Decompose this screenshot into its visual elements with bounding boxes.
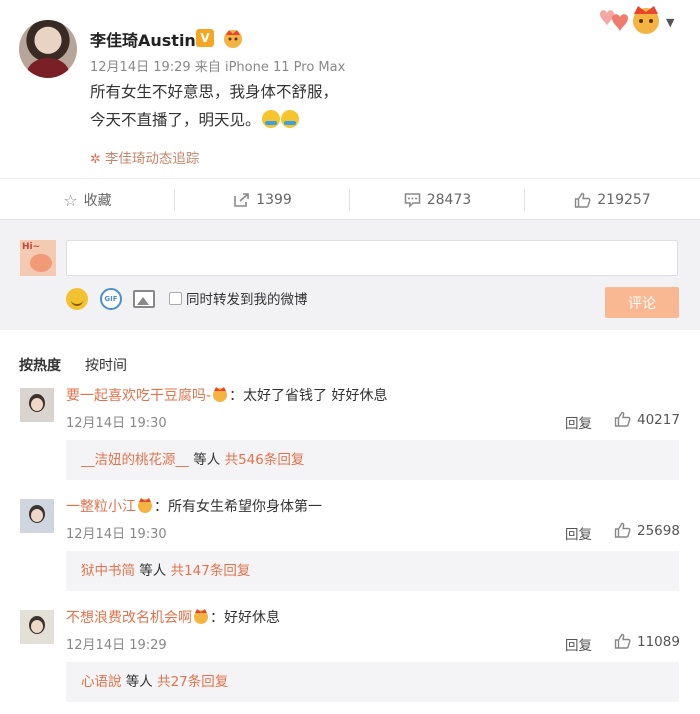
sub-reply-user: 狱中书简: [81, 563, 135, 579]
sort-by-time-tab[interactable]: 按时间: [85, 355, 127, 375]
star-icon: ☆: [63, 190, 78, 210]
favorite-label: 收藏: [83, 193, 112, 209]
emoji-icon[interactable]: [66, 288, 88, 310]
post-source-prefix: 来自: [194, 60, 221, 75]
thumbs-up-icon: [614, 522, 631, 538]
sub-reply-user: 心语說: [81, 674, 122, 690]
comment-text: ：太好了省钱了 好好休息: [229, 388, 388, 404]
comment-count: 28473: [426, 192, 472, 208]
commenter-name[interactable]: 不想浪费改名机会啊: [66, 610, 192, 626]
post-action-bar: ☆ 收藏 1399 28473 219257: [0, 178, 700, 220]
reply-button[interactable]: 回复: [565, 523, 592, 543]
submit-comment-button[interactable]: 评论: [605, 287, 679, 318]
comment-item: 一整粒小江 ：所有女生希望你身体第一 12月14日 19:30 回复 25698 …: [0, 486, 700, 596]
comment-text: ：所有女生希望你身体第一: [154, 499, 322, 515]
favorite-button[interactable]: ☆ 收藏: [0, 179, 175, 221]
comment-line: 要一起喜欢吃干豆腐吗- ：太好了省钱了 好好休息: [66, 385, 388, 405]
comment-time: 12月14日 19:29: [66, 638, 167, 653]
topic-label: 李佳琦动态追踪: [104, 151, 200, 167]
repost-count: 1399: [256, 192, 292, 208]
commenter-name[interactable]: 一整粒小江: [66, 499, 136, 515]
chevron-down-icon[interactable]: ▼: [666, 16, 674, 29]
comment-text: ：好好休息: [210, 610, 280, 626]
sub-reply-count: 共147条回复: [170, 563, 251, 579]
comment-like-button[interactable]: 25698: [614, 522, 680, 539]
reply-button[interactable]: 回复: [565, 412, 592, 432]
hug-emoji-icon: [280, 110, 299, 128]
thumbs-up-icon: [575, 192, 591, 208]
comment-time: 12月14日 19:30: [66, 527, 167, 542]
comment-item: 不想浪费改名机会啊 ：好好休息 12月14日 19:29 回复 11089 心语說…: [0, 597, 700, 714]
sub-replies-link[interactable]: 狱中书简 等人 共147条回复: [66, 551, 679, 591]
member-crown-icon: [138, 498, 152, 513]
post-text-line-2-text: 今天不直播了，明天见。: [90, 111, 261, 129]
comment-item: 要一起喜欢吃干豆腐吗- ：太好了省钱了 好好休息 12月14日 19:30 回复 …: [0, 374, 700, 484]
sub-replies-link[interactable]: __洁妞的桃花源__ 等人 共546条回复: [66, 440, 679, 480]
comment-time: 12月14日 19:30: [66, 416, 167, 431]
sub-reply-count: 共27条回复: [157, 674, 229, 690]
sync-repost-checkbox[interactable]: [169, 292, 182, 305]
hearts-sticker-icon: [600, 6, 659, 34]
comment-line: 不想浪费改名机会啊 ：好好休息: [66, 607, 280, 627]
share-icon: [234, 193, 249, 207]
gif-icon[interactable]: GIF: [100, 288, 122, 310]
comment-button[interactable]: 28473: [350, 179, 525, 221]
thumbs-up-icon: [614, 633, 631, 649]
post-source: iPhone 11 Pro Max: [224, 60, 346, 75]
thumbs-up-icon: [614, 411, 631, 427]
comment-like-button[interactable]: 40217: [614, 411, 680, 428]
comment-like-button[interactable]: 11089: [614, 633, 680, 650]
post-time: 12月14日 19:29: [90, 60, 191, 75]
member-crown-icon: [224, 30, 242, 48]
sub-reply-user: __洁妞的桃花源__: [81, 452, 189, 468]
sub-reply-mid: 等人: [189, 452, 225, 468]
commenter-name[interactable]: 要一起喜欢吃干豆腐吗-: [66, 388, 211, 404]
commenter-avatar[interactable]: [20, 388, 54, 422]
comment-like-count: 11089: [637, 634, 680, 650]
commenter-avatar[interactable]: [20, 610, 54, 644]
comment-input[interactable]: [66, 240, 678, 276]
comment-like-count: 40217: [637, 412, 680, 428]
member-crown-icon: [213, 387, 228, 402]
comment-sort-bar: 按热度 按时间: [0, 330, 700, 374]
sub-replies-link[interactable]: 心语說 等人 共27条回复: [66, 662, 679, 702]
comment-line: 一整粒小江 ：所有女生希望你身体第一: [66, 496, 322, 516]
post-text-line-2: 今天不直播了，明天见。: [90, 108, 299, 130]
sub-reply-mid: 等人: [135, 563, 171, 579]
comment-composer: Hi~ GIF 同时转发到我的微博 评论: [0, 220, 700, 330]
member-crown-icon: [194, 609, 208, 624]
my-avatar: Hi~: [20, 240, 56, 276]
comment-like-count: 25698: [637, 523, 680, 539]
commenter-avatar[interactable]: [20, 499, 54, 533]
like-button[interactable]: 219257: [525, 179, 700, 221]
comment-bubble-icon: [404, 193, 420, 208]
sub-reply-mid: 等人: [121, 674, 158, 690]
post-meta: 12月14日 19:29 来自 iPhone 11 Pro Max: [90, 56, 345, 75]
topic-link[interactable]: ✲ 李佳琦动态追踪: [90, 147, 199, 167]
hug-emoji-icon: [261, 110, 280, 128]
sort-by-hot-tab[interactable]: 按热度: [19, 355, 61, 375]
verified-badge-icon: V: [196, 29, 214, 47]
weibo-post: 李佳琦Austin V 12月14日 19:29 来自 iPhone 11 Pr…: [0, 0, 700, 178]
repost-button[interactable]: 1399: [175, 179, 350, 221]
sync-repost-label[interactable]: 同时转发到我的微博: [186, 288, 308, 308]
image-icon[interactable]: [133, 290, 155, 308]
reply-button[interactable]: 回复: [565, 634, 592, 654]
fan-sparkle-icon: ✲: [90, 152, 101, 167]
author-name[interactable]: 李佳琦Austin: [90, 27, 196, 51]
like-count: 219257: [597, 192, 651, 208]
post-text-line-1: 所有女生不好意思，我身体不舒服，: [90, 83, 339, 101]
author-avatar[interactable]: [19, 20, 77, 78]
sub-reply-count: 共546条回复: [224, 452, 305, 468]
